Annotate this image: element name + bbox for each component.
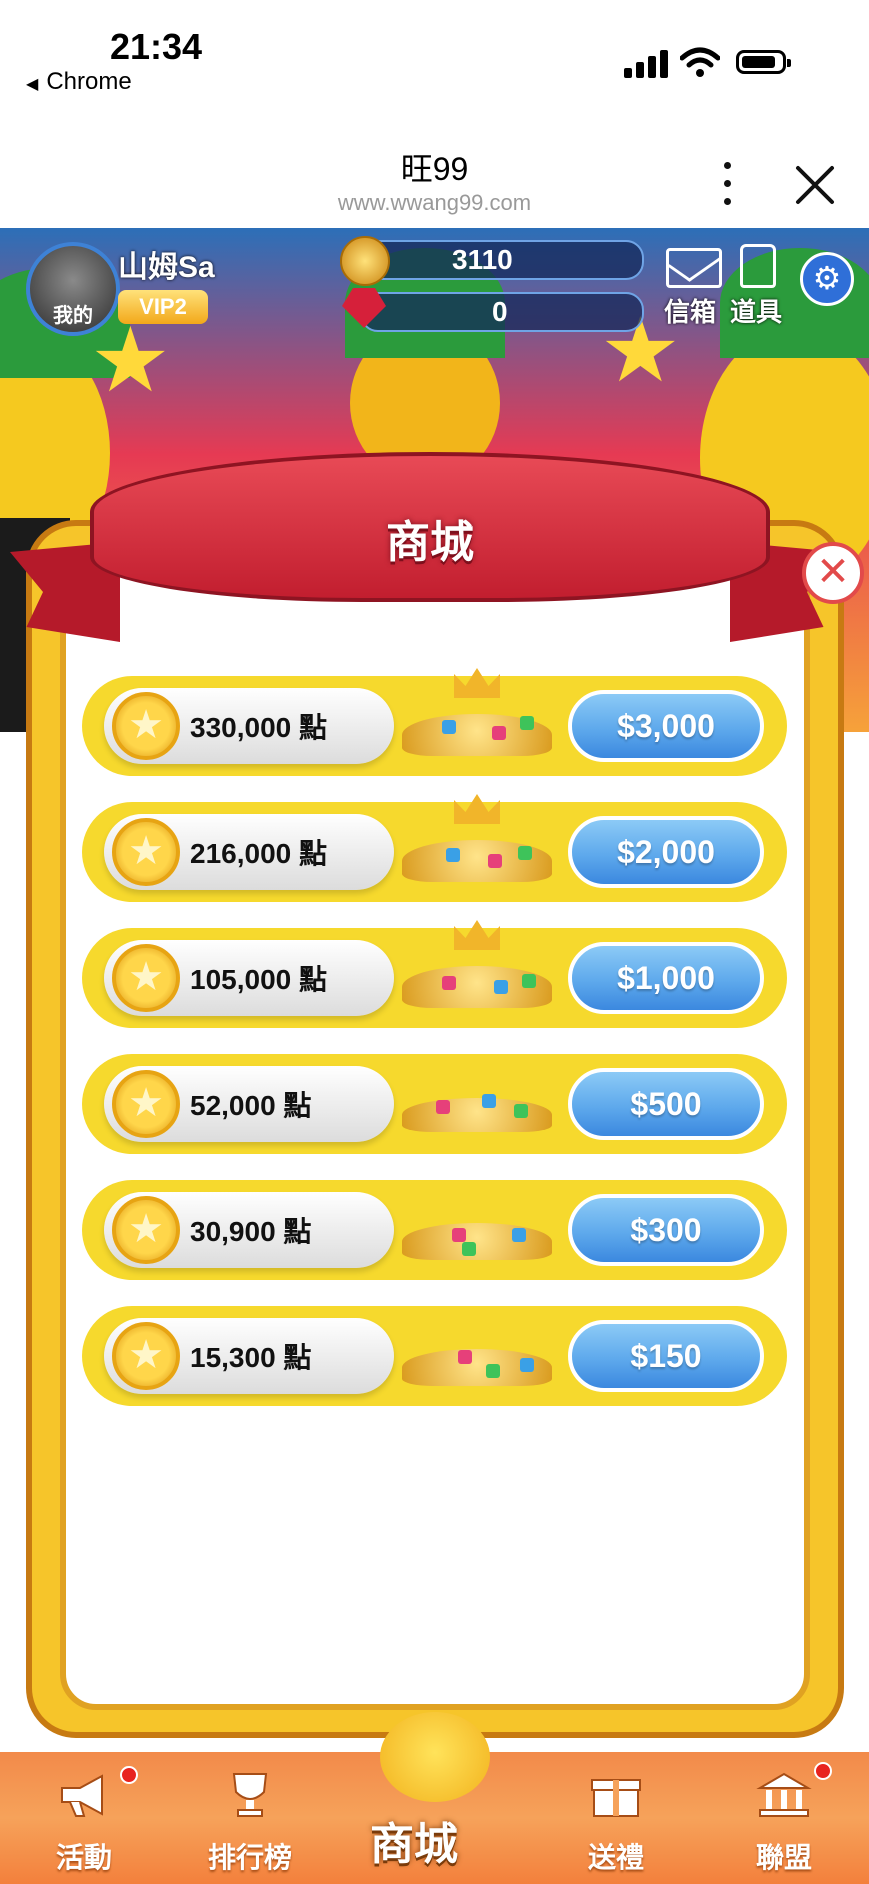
bottom-nav: 活動 排行榜 商城 送禮 聯盟 — [0, 1712, 869, 1884]
shop-title: 商城 — [386, 518, 474, 567]
avatar-label: 我的 — [53, 305, 93, 327]
nav-label: 送禮 — [587, 1842, 644, 1873]
star-coin-icon: ★ — [112, 944, 180, 1012]
battery-icon — [736, 50, 791, 74]
gem-balance-bar: 0 — [360, 292, 644, 332]
pineapple-icon — [380, 1712, 490, 1802]
coin-balance-bar: 3110 — [360, 240, 644, 280]
gift-icon — [591, 1779, 641, 1817]
mail-icon[interactable] — [666, 248, 722, 288]
package-row: ★ 216,000 點 $2,000 — [82, 794, 787, 902]
package-points: 216,000 點 — [190, 838, 327, 869]
items-icon[interactable] — [740, 244, 776, 288]
buy-button[interactable]: $3,000 — [568, 690, 764, 762]
treasure-pile-icon — [402, 1198, 552, 1260]
cellular-signal-icon — [624, 48, 670, 78]
package-row: ★ 330,000 點 $3,000 — [82, 668, 787, 776]
bank-icon — [756, 1772, 812, 1817]
back-to-app-link[interactable]: ◀ Chrome — [26, 68, 132, 96]
status-time: 21:34 — [110, 26, 203, 67]
buy-button[interactable]: $300 — [568, 1194, 764, 1266]
star-coin-icon: ★ — [112, 1070, 180, 1138]
nav-item-gift[interactable]: 送禮 — [556, 1752, 676, 1884]
nav-label: 商城 — [370, 1820, 458, 1869]
megaphone-icon — [61, 1774, 103, 1817]
treasure-pile-icon — [402, 794, 552, 882]
close-browser-icon[interactable] — [792, 162, 838, 208]
star-coin-icon: ★ — [112, 692, 180, 760]
buy-button[interactable]: $1,000 — [568, 942, 764, 1014]
star-coin-icon: ★ — [112, 818, 180, 886]
gear-icon: ⚙ — [812, 260, 842, 296]
nav-item-shop[interactable]: 商城 — [370, 1712, 500, 1884]
buy-button[interactable]: $500 — [568, 1068, 764, 1140]
treasure-pile-icon — [402, 1324, 552, 1386]
wifi-icon — [680, 47, 720, 77]
notification-dot — [120, 1766, 138, 1784]
package-row: ★ 30,900 點 $300 — [82, 1180, 787, 1280]
package-row: ★ 52,000 點 $500 — [82, 1054, 787, 1154]
package-points: 105,000 點 — [190, 964, 327, 995]
nav-label: 排行榜 — [207, 1842, 292, 1873]
treasure-pile-icon — [402, 920, 552, 1008]
back-app-label: Chrome — [46, 68, 132, 95]
package-row: ★ 15,300 點 $150 — [82, 1306, 787, 1406]
coin-balance: 3110 — [452, 244, 513, 275]
package-points: 30,900 點 — [190, 1216, 312, 1247]
avatar[interactable]: 我的 — [26, 242, 120, 336]
close-shop-button[interactable]: ✕ — [802, 542, 864, 604]
nav-label: 活動 — [55, 1842, 112, 1873]
package-points: 15,300 點 — [190, 1342, 312, 1373]
buy-button[interactable]: $2,000 — [568, 816, 764, 888]
mailbox-label[interactable]: 信箱 — [664, 292, 716, 329]
vip-badge: VIP2 — [118, 290, 208, 324]
nav-item-leaderboard[interactable]: 排行榜 — [190, 1752, 310, 1884]
star-coin-icon: ★ — [112, 1322, 180, 1390]
trophy-icon — [232, 1773, 268, 1817]
package-points: 52,000 點 — [190, 1090, 312, 1121]
items-label[interactable]: 道具 — [730, 292, 782, 329]
back-arrow-icon: ◀ — [26, 76, 39, 93]
browser-header: 旺99 www.wwang99.com — [0, 108, 869, 228]
status-bar: 21:34 ◀ Chrome — [0, 0, 869, 108]
buy-button[interactable]: $150 — [568, 1320, 764, 1392]
treasure-pile-icon — [402, 668, 552, 756]
settings-button[interactable]: ⚙ — [800, 252, 854, 306]
package-points: 330,000 點 — [190, 712, 327, 743]
nav-label: 聯盟 — [755, 1842, 812, 1873]
gem-balance: 0 — [492, 296, 508, 327]
more-options-icon[interactable] — [712, 156, 744, 216]
coin-icon — [340, 236, 390, 286]
package-row: ★ 105,000 點 $1,000 — [82, 920, 787, 1028]
username: 山姆Sa — [118, 251, 215, 284]
close-icon: ✕ — [816, 550, 850, 594]
notification-dot — [814, 1762, 832, 1780]
shop-title-ribbon: 商城 — [10, 452, 840, 652]
treasure-pile-icon — [402, 1076, 552, 1132]
star-coin-icon: ★ — [112, 1196, 180, 1264]
